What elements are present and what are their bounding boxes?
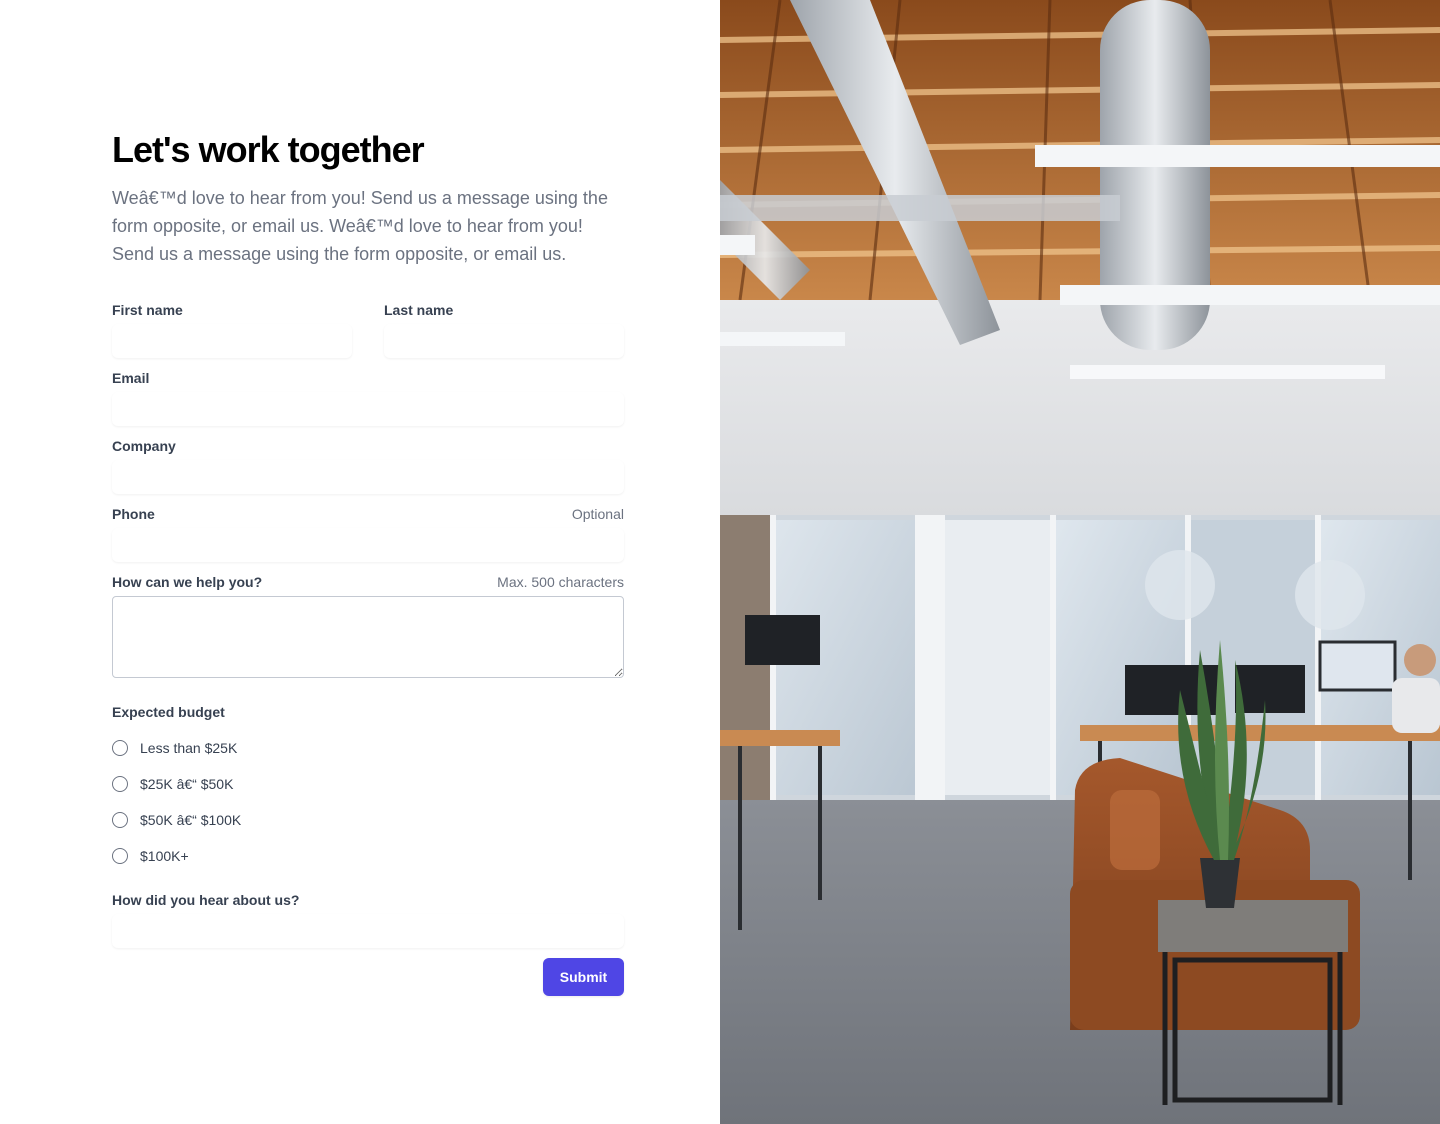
last-name-label: Last name xyxy=(384,302,454,318)
side-table-top xyxy=(1158,900,1348,952)
ceiling-light xyxy=(1060,285,1440,305)
email-field: Email xyxy=(112,368,624,426)
budget-options: Less than $25K $25K â€“ $50K $50K â€“ $1… xyxy=(112,730,624,874)
budget-option-under-25k[interactable]: Less than $25K xyxy=(112,730,624,766)
referral-label: How did you hear about us? xyxy=(112,892,300,908)
radio-button[interactable] xyxy=(112,812,128,828)
radio-label: $25K â€“ $50K xyxy=(140,776,234,792)
first-name-label: First name xyxy=(112,302,183,318)
page-title: Let's work together xyxy=(112,129,425,170)
company-label: Company xyxy=(112,438,176,454)
phone-optional-hint: Optional xyxy=(571,506,624,522)
first-name-input[interactable] xyxy=(112,324,352,358)
budget-option-100k-plus[interactable]: $100K+ xyxy=(112,838,624,874)
phone-field: Phone Optional xyxy=(112,504,624,562)
plant-pot xyxy=(1200,858,1240,908)
radio-button[interactable] xyxy=(112,740,128,756)
first-name-field: First name xyxy=(112,300,352,358)
message-field: How can we help you? Max. 500 characters xyxy=(112,572,624,678)
budget-fieldset: Expected budget Less than $25K $25K â€“ … xyxy=(112,702,624,874)
budget-label: Expected budget xyxy=(112,704,225,720)
contact-form: Let's work together Weâ€™d love to hear … xyxy=(112,128,624,996)
ceiling-light xyxy=(1035,145,1440,167)
page-intro: Weâ€™d love to hear from you! Send us a … xyxy=(112,188,608,264)
email-label: Email xyxy=(112,370,150,386)
submit-button[interactable]: Submit xyxy=(543,958,624,996)
company-field: Company xyxy=(112,436,624,494)
message-textarea[interactable] xyxy=(112,596,624,678)
company-input[interactable] xyxy=(112,460,624,494)
ceiling-light xyxy=(1070,365,1385,379)
office-illustration xyxy=(720,0,1440,1124)
radio-button[interactable] xyxy=(112,776,128,792)
contact-page: Let's work together Weâ€™d love to hear … xyxy=(0,0,1440,1124)
radio-label: $100K+ xyxy=(140,848,189,864)
radio-label: $50K â€“ $100K xyxy=(140,812,242,828)
message-max-hint: Max. 500 characters xyxy=(497,574,624,590)
referral-field: How did you hear about us? xyxy=(112,890,624,948)
monitor xyxy=(1235,665,1305,713)
monitor xyxy=(745,615,820,665)
budget-option-25k-50k[interactable]: $25K â€“ $50K xyxy=(112,766,624,802)
desk xyxy=(720,730,840,746)
monitor xyxy=(1318,640,1397,692)
budget-option-50k-100k[interactable]: $50K â€“ $100K xyxy=(112,802,624,838)
person xyxy=(1404,644,1436,676)
last-name-field: Last name xyxy=(384,300,624,358)
form-column: Let's work together Weâ€™d love to hear … xyxy=(0,0,720,1124)
referral-input[interactable] xyxy=(112,914,624,948)
desk xyxy=(1080,725,1440,741)
radio-label: Less than $25K xyxy=(140,740,238,756)
email-input[interactable] xyxy=(112,392,624,426)
phone-input[interactable] xyxy=(112,528,624,562)
office-photo xyxy=(720,0,1440,1124)
phone-label: Phone xyxy=(112,506,155,522)
radio-button[interactable] xyxy=(112,848,128,864)
last-name-input[interactable] xyxy=(384,324,624,358)
message-label: How can we help you? xyxy=(112,574,263,590)
